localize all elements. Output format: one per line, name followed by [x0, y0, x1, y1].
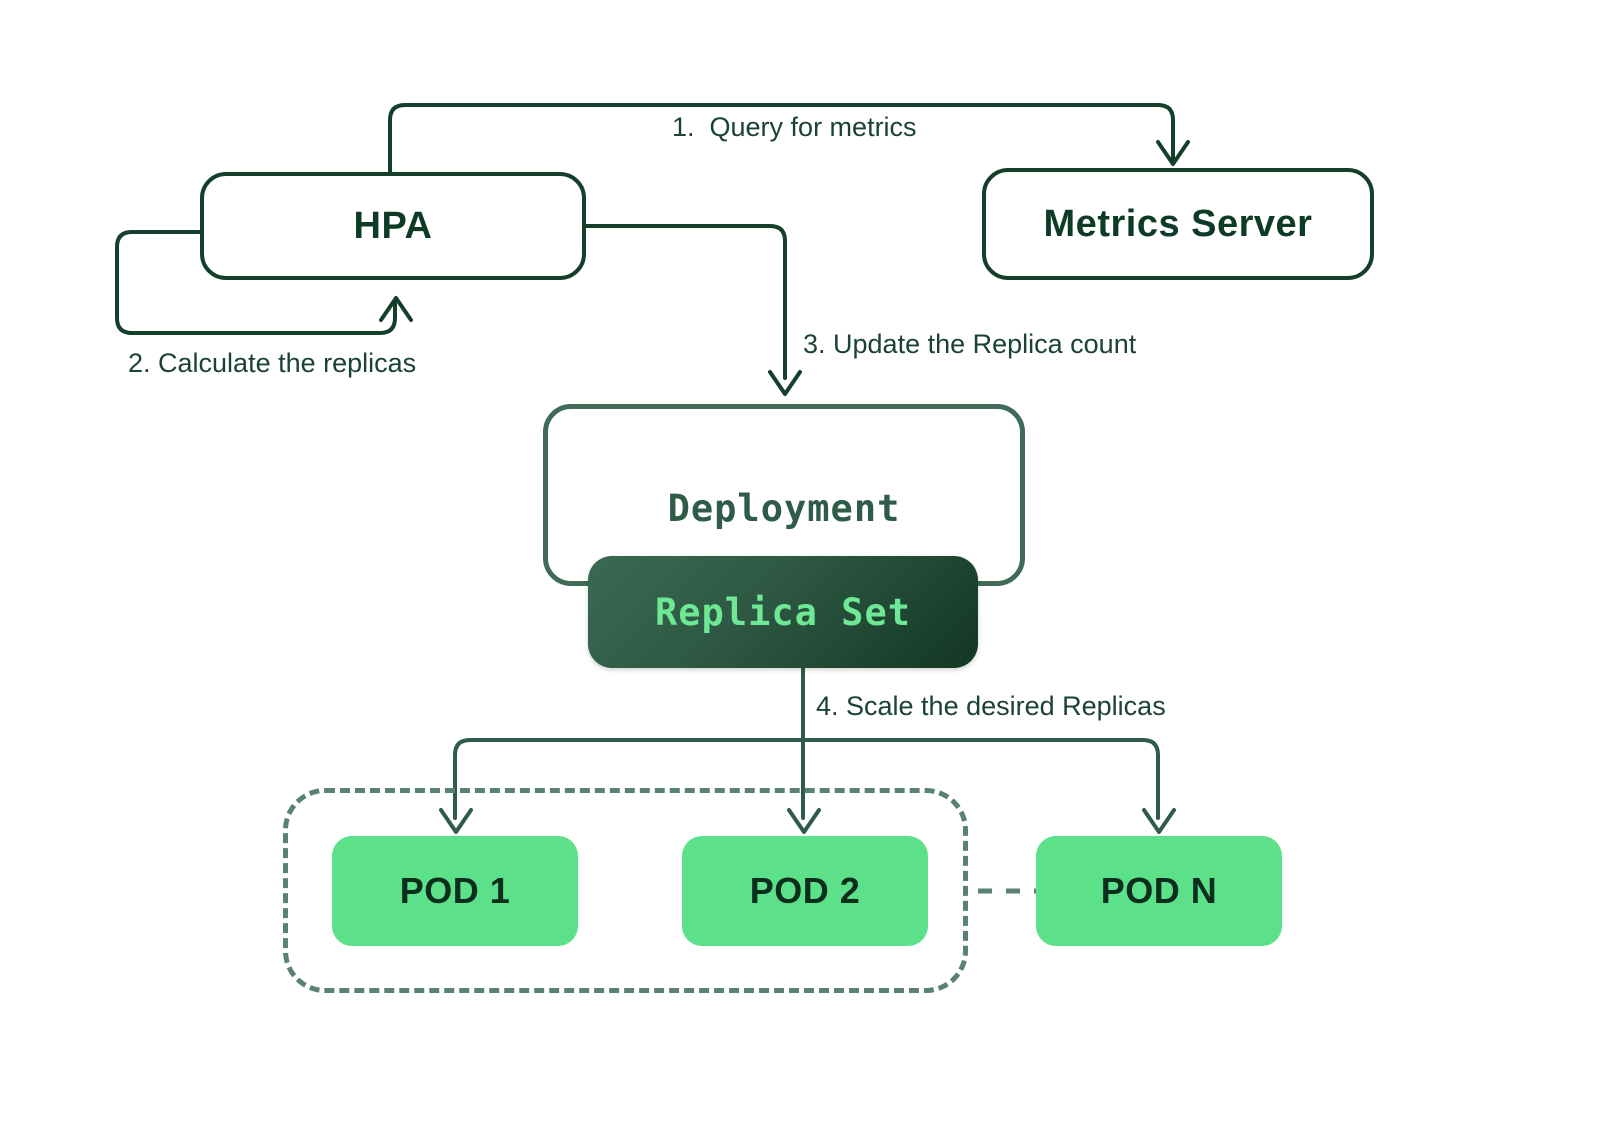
pod-2[interactable]: POD 2 — [682, 836, 928, 946]
pod-n-label: POD N — [1100, 870, 1218, 911]
edge-label-query-for-metrics: 1. Query for metrics — [672, 112, 917, 142]
edge-label-scale-replicas: 4. Scale the desired Replicas — [816, 691, 1166, 721]
pod-n[interactable]: POD N — [1036, 836, 1282, 946]
diagram-canvas: .ln-dark { fill:none; stroke:#14402b; st… — [0, 0, 1600, 1138]
pod-1-label: POD 1 — [399, 870, 511, 911]
pod-1[interactable]: POD 1 — [332, 836, 578, 946]
edge-update-replica-count — [584, 224, 802, 396]
edge-label-calculate-replicas: 2. Calculate the replicas — [128, 348, 417, 378]
pod-2-label: POD 2 — [749, 870, 861, 911]
node-hpa[interactable]: HPA — [200, 172, 586, 280]
node-metrics-server-label: Metrics Server — [1043, 202, 1313, 245]
node-deployment-label: Deployment — [667, 487, 901, 530]
edge-label-update-replica-count: 3. Update the Replica count — [803, 329, 1137, 359]
node-hpa-label: HPA — [353, 204, 433, 247]
node-replica-set[interactable]: Replica Set — [588, 556, 978, 668]
node-metrics-server[interactable]: Metrics Server — [982, 168, 1374, 280]
node-replica-set-label: Replica Set — [654, 590, 912, 634]
